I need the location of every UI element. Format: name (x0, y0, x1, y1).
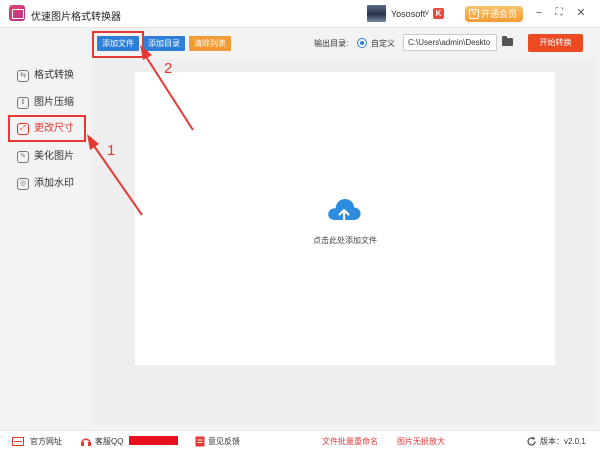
output-dir-label: 输出目录: (314, 39, 349, 48)
feedback-icon (195, 436, 205, 447)
title-bar: 优速图片格式转换器 Yososoft ∨ K V 开通会员 − ⛶ ✕ (0, 0, 600, 28)
output-path-input[interactable] (403, 34, 497, 51)
version-label: 版本：v2.0.1 (540, 437, 586, 446)
custom-radio[interactable] (357, 38, 367, 48)
user-badge-icon: K (433, 8, 444, 19)
compress-icon: ⇕ (17, 97, 29, 109)
website-link[interactable]: 官方网址 (30, 437, 62, 447)
lossless-upscale-link[interactable]: 图片无损放大 (397, 437, 445, 447)
restore-icon[interactable]: ⛶ (552, 6, 566, 20)
close-icon[interactable]: ✕ (574, 6, 588, 20)
add-directory-button[interactable]: 添加目录 (143, 36, 185, 51)
drop-zone-text[interactable]: 点击此处添加文件 (300, 235, 390, 246)
vip-button[interactable]: V 开通会员 (465, 6, 523, 22)
feedback-link[interactable]: 意见反馈 (208, 437, 240, 447)
avatar[interactable] (367, 5, 386, 22)
annotation-number-2: 2 (164, 60, 173, 77)
app-title: 优速图片格式转换器 (31, 12, 121, 23)
sidebar-item-format-convert[interactable]: ⇆ 格式转换 (10, 65, 86, 87)
app-logo-icon (9, 5, 25, 21)
redacted-qq-number (129, 436, 178, 445)
minimize-icon[interactable]: − (532, 6, 546, 20)
sidebar-item-label: 美化图片 (34, 151, 74, 162)
sidebar-item-beautify[interactable]: ✎ 美化图片 (10, 146, 86, 168)
custom-radio-label[interactable]: 自定义 (371, 38, 395, 49)
website-icon (12, 437, 24, 446)
highlight-box-add-file (92, 31, 144, 58)
folder-icon[interactable] (502, 36, 513, 46)
sidebar-item-compress[interactable]: ⇕ 图片压缩 (10, 92, 86, 114)
beautify-icon: ✎ (17, 151, 29, 163)
annotation-number-1: 1 (107, 142, 116, 159)
sidebar-item-label: 格式转换 (34, 70, 74, 81)
sidebar-item-label: 图片压缩 (34, 97, 74, 108)
refresh-icon (527, 436, 536, 446)
sidebar-item-watermark[interactable]: ◎ 添加水印 (10, 173, 86, 195)
cloud-upload-icon[interactable] (326, 196, 362, 226)
sidebar-item-label: 添加水印 (34, 178, 74, 189)
batch-rename-link[interactable]: 文件批量重命名 (322, 437, 378, 447)
chevron-down-icon[interactable]: ∨ (424, 8, 430, 17)
convert-icon: ⇆ (17, 70, 29, 82)
qq-support-link[interactable]: 客服QQ (95, 437, 123, 447)
watermark-icon: ◎ (17, 178, 29, 190)
sidebar: ⇆ 格式转换 ⇕ 图片压缩 ⤢ 更改尺寸 ✎ 美化图片 ◎ 添加水印 (0, 29, 90, 425)
headset-icon (81, 438, 91, 446)
highlight-box-resize (8, 115, 86, 142)
username[interactable]: Yososoft (391, 9, 425, 19)
start-convert-button[interactable]: 开始转换 (528, 34, 583, 52)
clear-list-button[interactable]: 清除列表 (189, 36, 231, 51)
vip-icon: V (469, 9, 479, 19)
vip-label: 开通会员 (481, 9, 518, 19)
